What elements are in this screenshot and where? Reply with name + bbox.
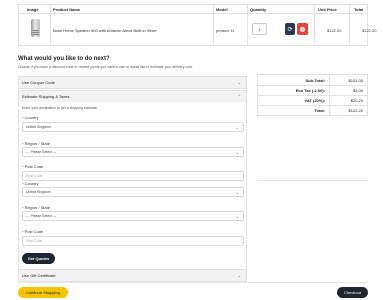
totals-row: VAT (20%): $20.20 xyxy=(304,97,363,103)
shipping-toggle[interactable]: Estimate Shipping & Taxes ⌃ xyxy=(19,91,246,102)
chevron-down-icon: ⌄ xyxy=(235,214,239,219)
product-name-link[interactable]: Bose Home Speaker 500 with Amazon Alexa … xyxy=(53,14,157,46)
chevron-down-icon: ⌄ xyxy=(237,273,241,278)
coupon-panel: Use Coupon Code ⌄ xyxy=(18,76,247,89)
totals-table: Sub-Total: $101.00 Eco Tax (-2.00): $2.00 … xyxy=(257,74,368,116)
checkout-button[interactable]: Checkout xyxy=(337,287,368,298)
chevron-down-icon: ⌄ xyxy=(235,150,239,155)
get-quotes-button[interactable]: Get Quotes xyxy=(22,253,55,264)
shipping-intro: Enter your destination to get a shipping… xyxy=(22,106,98,110)
postcode-input[interactable]: Post Code xyxy=(22,171,244,181)
next-title: What would you like to do next? xyxy=(18,56,110,62)
totals-row: Eco Tax (-2.00): $2.00 xyxy=(295,87,363,93)
update-button[interactable]: ⟳ xyxy=(285,23,295,35)
postcode2-input[interactable]: Post Code xyxy=(22,236,244,246)
region-select[interactable]: --- Please Select --- ⌄ xyxy=(22,147,244,157)
product-thumbnail[interactable] xyxy=(31,19,40,37)
divider xyxy=(18,282,368,283)
header-image: Image xyxy=(27,6,39,12)
header-product-name: Product Name xyxy=(53,6,81,12)
header-unit-price: Unit Price xyxy=(318,6,337,12)
coupon-label: Use Coupon Code xyxy=(22,80,55,85)
shipping-body: Enter your destination to get a shipping… xyxy=(19,102,246,280)
cart-table: Image Product Name Model Quantity Unit P… xyxy=(18,4,376,46)
shipping-label: Estimate Shipping & Taxes xyxy=(22,94,70,99)
chevron-down-icon: ⌄ xyxy=(235,125,239,130)
header-quantity: Quantity xyxy=(250,6,267,12)
product-model: product 11 xyxy=(216,27,235,33)
region2-select[interactable]: --- Please Select --- ⌄ xyxy=(22,211,244,221)
country2-label: *Country xyxy=(22,181,39,186)
chevron-down-icon: ⌄ xyxy=(237,80,241,85)
gift-label: Use Gift Certificate xyxy=(22,273,56,278)
next-description: Choose if you have a discount code or re… xyxy=(18,65,193,69)
totals-row: Total: $122.20 xyxy=(314,107,363,113)
quantity-input[interactable]: 1 xyxy=(252,23,267,35)
speaker-image xyxy=(31,19,40,37)
divider xyxy=(257,180,368,181)
country-select[interactable]: United Kingdom ⌄ xyxy=(22,122,244,132)
country-label: *Country xyxy=(22,115,39,120)
remove-icon: ✕ xyxy=(300,26,305,32)
postcode2-label: *Post Code xyxy=(22,229,44,234)
unit-price: $122.20 xyxy=(327,27,342,33)
postcode-label: *Post Code xyxy=(22,164,44,169)
gift-toggle[interactable]: Use Gift Certificate ⌄ xyxy=(19,270,246,281)
header-total: Total xyxy=(354,6,364,12)
chevron-down-icon: ⌄ xyxy=(235,190,239,195)
gift-panel: Use Gift Certificate ⌄ xyxy=(18,269,247,282)
table-row: Bose Home Speaker 500 with Amazon Alexa … xyxy=(19,14,376,46)
line-total: $122.20 xyxy=(362,27,377,33)
refresh-icon: ⟳ xyxy=(287,26,293,33)
chevron-up-icon: ⌃ xyxy=(237,94,241,99)
region-label: *Region / State xyxy=(22,141,50,146)
remove-button[interactable]: ✕ xyxy=(297,23,308,35)
coupon-toggle[interactable]: Use Coupon Code ⌄ xyxy=(19,77,246,88)
header-model: Model xyxy=(216,6,228,12)
shipping-panel: Estimate Shipping & Taxes ⌃ Enter your d… xyxy=(18,90,247,281)
country2-select[interactable]: United Kingdom ⌄ xyxy=(22,187,244,197)
continue-shopping-button[interactable]: Continue Shopping xyxy=(18,287,68,298)
region2-label: *Region / State xyxy=(22,205,50,210)
totals-row: Sub-Total: $101.00 xyxy=(305,77,363,83)
